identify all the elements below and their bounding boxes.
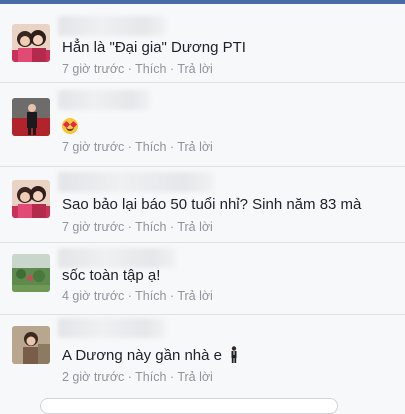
- avatar[interactable]: [12, 254, 50, 292]
- comment-meta: 7 giờ trước · Thích · Trả lời: [62, 140, 213, 154]
- like-link[interactable]: Thích: [135, 140, 166, 154]
- like-link[interactable]: Thích: [135, 220, 166, 234]
- comment-item: sốc toàn tập ạ! 4 giờ trước · Thích · Tr…: [0, 242, 405, 315]
- comment-text: A Dương này gần nhà e: [62, 346, 238, 364]
- comment-text: Hẳn là "Đại gia" Dương PTI: [62, 39, 246, 56]
- reply-link[interactable]: Trả lời: [177, 62, 213, 76]
- comment-input[interactable]: [40, 398, 338, 414]
- reply-link[interactable]: Trả lời: [177, 140, 213, 154]
- comment-timestamp[interactable]: 4 giờ trước: [62, 289, 124, 303]
- comment-item: A Dương này gần nhà e 2 giờ trước · Thíc…: [0, 314, 405, 394]
- reply-link[interactable]: Trả lời: [177, 220, 213, 234]
- comment-item: 7 giờ trước · Thích · Trả lời: [0, 82, 405, 167]
- comment-meta: 7 giờ trước · Thích · Trả lời: [62, 220, 213, 234]
- comment-meta: 4 giờ trước · Thích · Trả lời: [62, 289, 213, 303]
- comment-timestamp[interactable]: 2 giờ trước: [62, 370, 124, 384]
- comment-item: Sao bảo lại báo 50 tuổi nhỉ? Sinh năm 83…: [0, 166, 405, 243]
- reply-link[interactable]: Trả lời: [177, 289, 213, 303]
- commenter-name-blurred[interactable]: [58, 172, 214, 192]
- like-link[interactable]: Thích: [135, 289, 166, 303]
- commenter-name-blurred[interactable]: [58, 90, 150, 110]
- comment-text: sốc toàn tập ạ!: [62, 267, 161, 284]
- comment-item: Hẳn là "Đại gia" Dương PTI 7 giờ trước ·…: [0, 14, 405, 83]
- commenter-name-blurred[interactable]: [58, 16, 166, 36]
- comment-timestamp[interactable]: 7 giờ trước: [62, 220, 124, 234]
- reply-link[interactable]: Trả lời: [177, 370, 213, 384]
- avatar[interactable]: [12, 98, 50, 136]
- man-in-suit-emoji-icon: [230, 346, 238, 363]
- commenter-name-blurred[interactable]: [58, 318, 166, 338]
- comment-text: Sao bảo lại báo 50 tuổi nhỉ? Sinh năm 83…: [62, 196, 362, 213]
- like-link[interactable]: Thích: [135, 370, 166, 384]
- avatar[interactable]: [12, 24, 50, 62]
- avatar[interactable]: [12, 326, 50, 364]
- comment-timestamp[interactable]: 7 giờ trước: [62, 62, 124, 76]
- comment-timestamp[interactable]: 7 giờ trước: [62, 140, 124, 154]
- commenter-name-blurred[interactable]: [58, 248, 176, 268]
- like-link[interactable]: Thích: [135, 62, 166, 76]
- comment-meta: 2 giờ trước · Thích · Trả lời: [62, 370, 213, 384]
- heart-eyes-emoji-icon: [62, 118, 78, 134]
- avatar[interactable]: [12, 180, 50, 218]
- comment-text: [62, 118, 78, 136]
- comment-meta: 7 giờ trước · Thích · Trả lời: [62, 62, 213, 76]
- top-nav-bar: [0, 0, 405, 4]
